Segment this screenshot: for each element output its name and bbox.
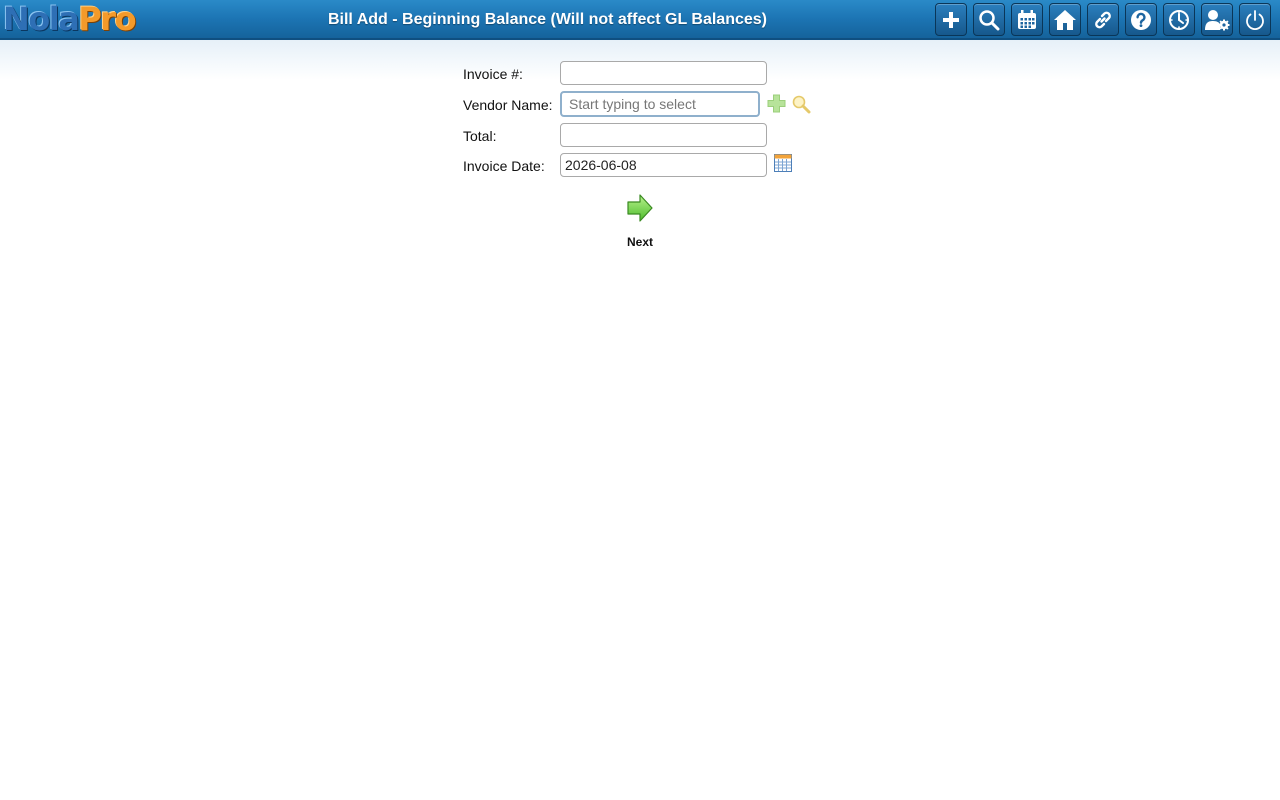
home-icon	[1054, 9, 1076, 30]
links-button[interactable]	[1087, 3, 1119, 36]
next-arrow-icon	[627, 194, 653, 222]
search-button[interactable]	[973, 3, 1005, 36]
invoice-date-label: Invoice Date:	[463, 158, 545, 174]
link-icon	[1095, 11, 1111, 28]
invoice-number-input[interactable]	[560, 61, 767, 85]
logout-button[interactable]	[1239, 3, 1271, 36]
logo-text-pro: Pro	[78, 0, 136, 38]
invoice-date-input[interactable]	[560, 153, 767, 177]
total-label: Total:	[463, 128, 497, 144]
power-icon	[1246, 9, 1264, 30]
help-icon	[1131, 9, 1151, 30]
invoice-number-label: Invoice #:	[463, 66, 523, 82]
calendar-icon	[1018, 9, 1036, 29]
logo-text-nola: Nola	[3, 0, 80, 38]
next-button[interactable]: Next	[620, 193, 660, 251]
add-new-button[interactable]	[935, 3, 967, 36]
user-settings-button[interactable]	[1201, 3, 1233, 36]
top-header-bar: NolaPro Bill Add - Beginning Balance (Wi…	[0, 0, 1280, 40]
plus-icon	[943, 11, 959, 28]
vendor-name-label: Vendor Name:	[463, 97, 553, 113]
next-label: Next	[626, 235, 653, 249]
time-tracking-button[interactable]	[1163, 3, 1195, 36]
home-button[interactable]	[1049, 3, 1081, 36]
user-settings-icon	[1205, 9, 1230, 30]
search-icon	[979, 9, 1000, 30]
page-title: Bill Add - Beginning Balance (Will not a…	[327, 11, 767, 28]
total-input[interactable]	[560, 123, 767, 147]
date-picker-calendar-icon[interactable]	[774, 154, 792, 172]
help-button[interactable]	[1125, 3, 1157, 36]
calendar-button[interactable]	[1011, 3, 1043, 36]
vendor-name-input[interactable]	[560, 91, 760, 117]
clock-icon	[1169, 9, 1189, 30]
add-vendor-plus-icon[interactable]	[767, 94, 786, 113]
vendor-search-icon[interactable]	[791, 94, 811, 114]
nolapro-logo[interactable]: NolaPro	[3, 0, 137, 38]
